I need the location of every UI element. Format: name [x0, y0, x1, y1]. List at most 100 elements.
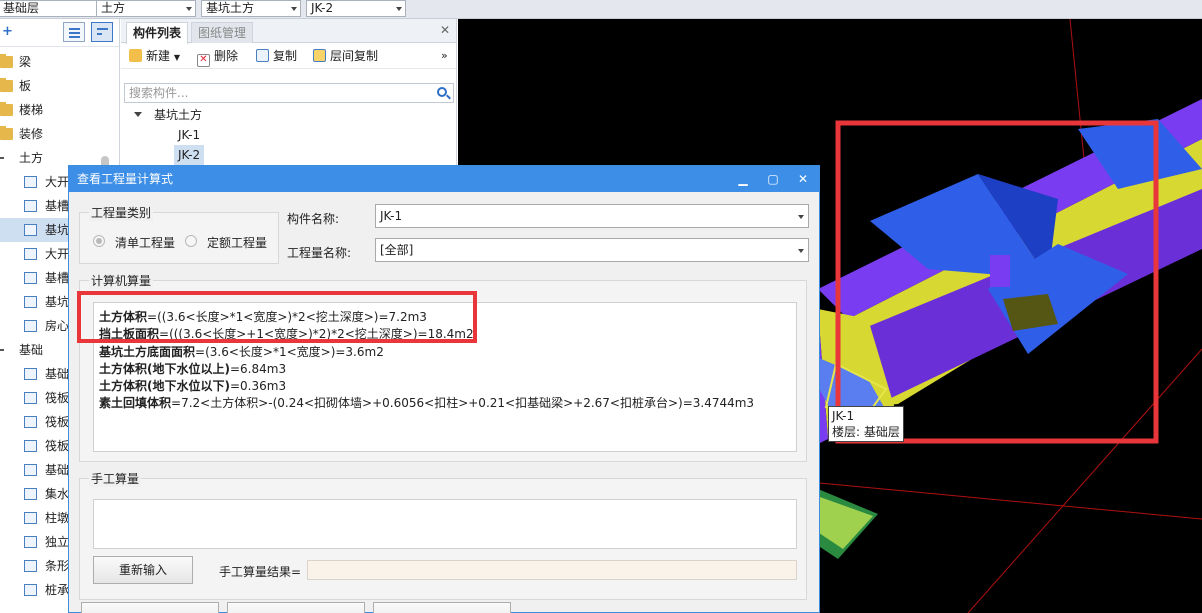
module-tree-toolbar: +	[0, 19, 119, 47]
delete-icon: ✕	[197, 54, 210, 67]
component-icon	[24, 224, 37, 236]
floor-copy-icon	[313, 49, 326, 62]
type-select[interactable]: 基坑土方	[201, 0, 301, 17]
copy-button[interactable]: 复制	[256, 47, 297, 65]
chevron-down-icon	[798, 215, 804, 219]
formula-name: 素土回填体积	[99, 396, 172, 410]
reenter-button-label: 重新输入	[118, 563, 167, 577]
component-icon	[24, 320, 37, 332]
close-icon[interactable]: ✕	[440, 23, 450, 37]
module-tree-item-label: 基础	[19, 343, 44, 357]
bottom-button[interactable]	[227, 602, 365, 613]
tree-node-label: 基坑土方	[154, 108, 203, 122]
collapse-icon[interactable]	[0, 349, 4, 351]
reenter-button[interactable]: 重新输入	[93, 556, 193, 584]
list-view-button[interactable]	[63, 22, 85, 42]
formula-name: 基坑土方底面面积	[99, 345, 196, 359]
manual-formula-input[interactable]	[93, 499, 797, 549]
module-tree-item-label: 柱墩	[45, 511, 70, 525]
chevron-down-icon	[798, 249, 804, 253]
radio-list-quantity[interactable]	[93, 235, 105, 247]
tab-label: 图纸管理	[198, 26, 247, 40]
module-tree-item-finish[interactable]: 装修	[0, 122, 119, 146]
module-tree-item-label: 楼梯	[19, 103, 44, 117]
copy-icon	[256, 49, 269, 62]
formula-line: 土方体积(地下水位以下)=0.36m3	[99, 377, 286, 394]
module-tree-item-slab[interactable]: 板	[0, 74, 119, 98]
minimize-button[interactable]: ▁	[731, 166, 755, 192]
module-tree-item-stair[interactable]: 楼梯	[0, 98, 119, 122]
quantity-name-label: 工程量名称:	[287, 246, 352, 260]
category-select[interactable]: 土方	[96, 0, 196, 17]
tree-node-label: JK-2	[178, 148, 201, 162]
component-name-select[interactable]: JK-1	[375, 204, 809, 228]
component-icon	[24, 464, 37, 476]
search-placeholder: 搜索构件...	[129, 86, 189, 100]
tooltip-floor: 楼层: 基础层	[832, 425, 900, 439]
maximize-button[interactable]: ▢	[761, 166, 785, 192]
component-icon	[24, 560, 37, 572]
formula-line: 土方体积(地下水位以上)=6.84m3	[99, 360, 286, 377]
module-tree-item-label: 房心	[45, 319, 70, 333]
radio-quota-quantity-label[interactable]: 定额工程量	[207, 234, 267, 251]
component-list-panel: 构件列表 图纸管理 ✕ 新建 ▼ ✕ 删除 复制 层间复制 » 搜索构件... 基…	[121, 19, 457, 165]
panel-tabs: 构件列表 图纸管理 ✕	[121, 19, 456, 44]
module-tree-item-label: 土方	[19, 151, 44, 165]
radio-list-quantity-label[interactable]: 清单工程量	[115, 234, 175, 251]
formula-expr: =(3.6<长度>*1<宽度>)=3.6m2	[195, 345, 384, 359]
collapse-icon[interactable]	[0, 157, 4, 159]
expand-arrow-icon[interactable]	[134, 112, 142, 117]
component-search-input[interactable]: 搜索构件...	[124, 83, 454, 103]
formula-expr: =6.84m3	[229, 362, 287, 376]
manual-result-label: 手工算量结果=	[219, 565, 302, 579]
module-tree-item-label: 大开	[45, 175, 70, 189]
tooltip-component-name: JK-1	[832, 409, 855, 423]
folder-icon	[0, 126, 13, 140]
chevron-down-icon	[186, 7, 192, 11]
type-select-value: 基坑土方	[206, 1, 255, 15]
formula-expr: =7.2<土方体积>-(0.24<扣砌体墙>+0.6056<扣柱>+0.21<扣…	[171, 396, 755, 410]
component-icon	[24, 488, 37, 500]
chevron-down-icon	[396, 7, 402, 11]
tree-node-jk-2[interactable]: JK-2	[174, 145, 205, 165]
module-tree-item-label: 装修	[19, 127, 44, 141]
tab-component-list[interactable]: 构件列表	[126, 22, 189, 44]
floor-copy-button[interactable]: 层间复制	[313, 47, 378, 65]
delete-button[interactable]: ✕ 删除	[197, 47, 238, 67]
add-icon[interactable]: +	[2, 24, 13, 39]
bottom-button[interactable]	[81, 602, 219, 613]
component-icon	[24, 296, 37, 308]
top-toolbar: 基础层 土方 基坑土方 JK-2	[0, 0, 1202, 19]
close-button[interactable]: ✕	[791, 166, 815, 192]
bottom-button[interactable]	[373, 602, 511, 613]
component-icon	[24, 416, 37, 428]
tree-node-jk-1[interactable]: JK-1	[178, 125, 200, 145]
module-tree-item-beam[interactable]: 梁	[0, 50, 119, 74]
module-tree-item-label: 板	[19, 79, 32, 93]
more-tools-button[interactable]: »	[441, 47, 448, 65]
module-tree-item-label: 基槽	[45, 199, 70, 213]
component-toolbar: 新建 ▼ ✕ 删除 复制 层间复制 »	[121, 43, 456, 69]
search-icon[interactable]	[437, 87, 447, 97]
new-icon	[129, 49, 142, 62]
new-button[interactable]: 新建 ▼	[129, 47, 180, 65]
component-name-label: 构件名称:	[287, 212, 340, 226]
axis-line	[967, 348, 1202, 613]
tree-node-root[interactable]: 基坑土方	[121, 105, 321, 125]
new-button-label: 新建	[146, 49, 171, 63]
chevron-down-icon	[291, 7, 297, 11]
component-icon	[24, 512, 37, 524]
manual-result-field	[307, 560, 797, 580]
component-name-value: JK-1	[380, 209, 403, 223]
module-tree-item-label: 基坑	[45, 295, 70, 309]
radio-quota-quantity[interactable]	[185, 235, 197, 247]
module-tree-item-label: 基坑	[45, 223, 70, 237]
component-select[interactable]: JK-2	[306, 0, 406, 17]
tab-drawing-management[interactable]: 图纸管理	[191, 22, 254, 43]
floor-select-value: 基础层	[3, 1, 40, 15]
quantity-type-label: 工程量类别	[89, 204, 154, 221]
quantity-name-select[interactable]: [全部]	[375, 238, 809, 262]
module-tree-item-label: 条形	[45, 559, 70, 573]
component-icon	[24, 392, 37, 404]
tile-view-button[interactable]	[91, 22, 113, 42]
